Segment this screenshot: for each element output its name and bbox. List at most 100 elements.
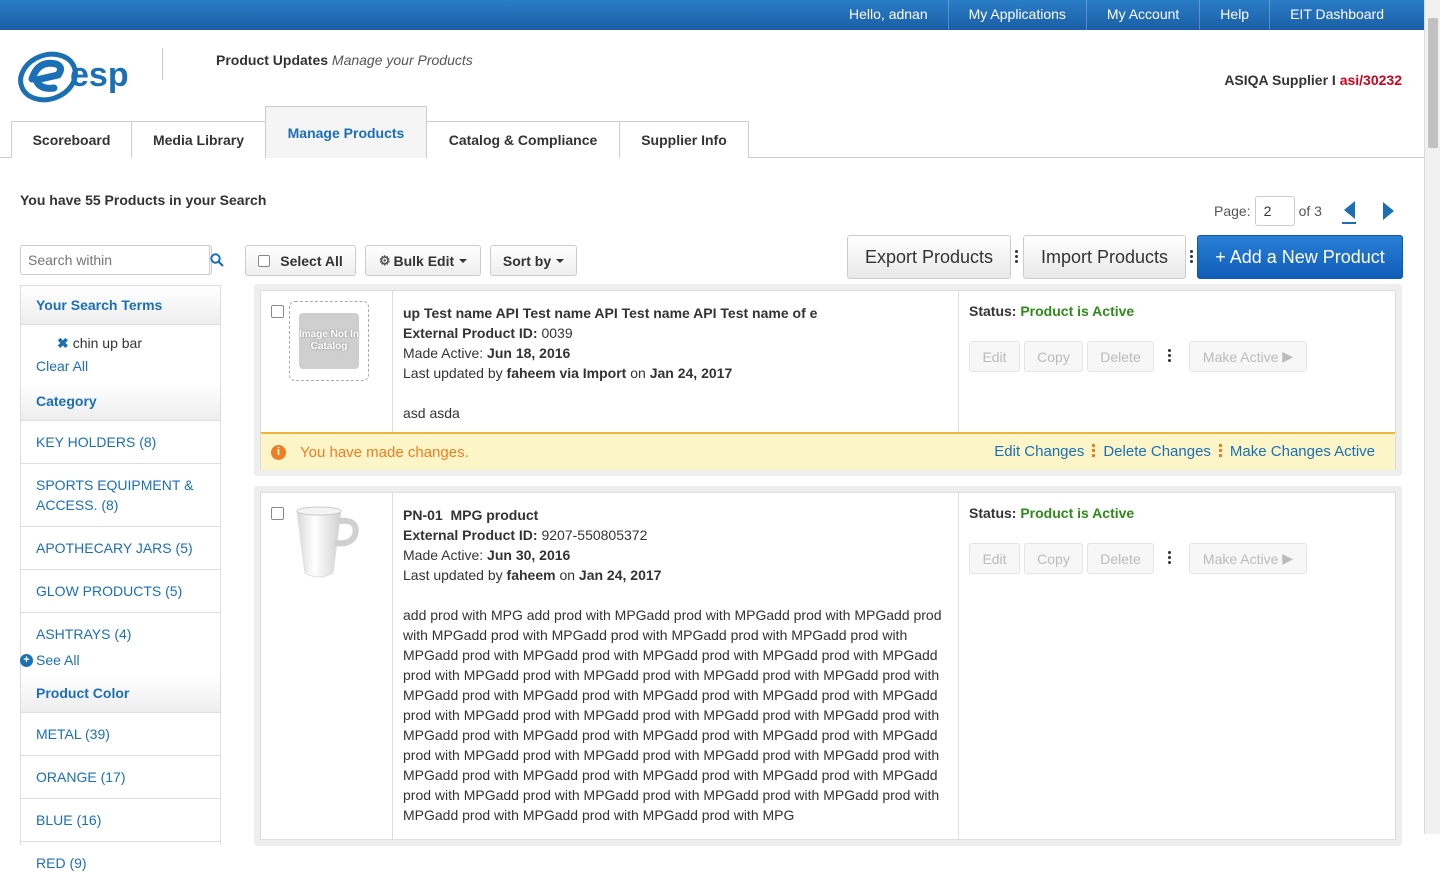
copy-button[interactable]: Copy	[1024, 543, 1083, 574]
delete-button[interactable]: Delete	[1087, 341, 1154, 372]
product-image-cell	[261, 493, 393, 839]
product-thumbnail[interactable]	[289, 505, 369, 585]
logo-divider	[162, 48, 163, 80]
sort-by-label: Sort by	[502, 252, 552, 269]
delete-changes-link[interactable]: Delete Changes	[1103, 443, 1211, 460]
edit-button[interactable]: Edit	[969, 341, 1020, 372]
delete-button[interactable]: Delete	[1087, 543, 1154, 574]
next-page-button[interactable]	[1382, 202, 1394, 220]
nav-my-applications[interactable]: My Applications	[947, 0, 1086, 30]
edit-changes-link[interactable]: Edit Changes	[994, 443, 1084, 460]
tab-supplier-info[interactable]: Supplier Info	[619, 121, 749, 158]
select-all-label: Select All	[280, 252, 343, 269]
make-changes-active-link[interactable]: Make Changes Active	[1230, 443, 1375, 460]
tab-manage-products[interactable]: Manage Products	[265, 106, 427, 158]
category-item[interactable]: APOTHECARY JARS (5)	[21, 526, 220, 569]
pager-of-text: of 3	[1298, 203, 1322, 219]
page-scrollbar[interactable]	[1424, 0, 1440, 834]
updated-on: Jan 24, 2017	[578, 567, 662, 583]
mug-image	[296, 506, 359, 578]
import-products-button[interactable]: Import Products	[1023, 235, 1186, 279]
search-button[interactable]	[209, 246, 224, 274]
external-id-value: 0039	[541, 325, 573, 341]
made-active-label: Made Active:	[403, 547, 484, 563]
prev-page-button[interactable]	[1322, 200, 1356, 224]
made-active-label: Made Active:	[403, 345, 484, 361]
make-active-button[interactable]: Make Active ▶	[1189, 341, 1307, 372]
page-input[interactable]	[1254, 196, 1295, 226]
color-item[interactable]: ORANGE (17)	[21, 755, 220, 798]
edit-button[interactable]: Edit	[969, 543, 1020, 574]
search-icon	[210, 253, 224, 267]
status-row: Status: Product is Active	[969, 505, 1385, 521]
made-active-row: Made Active: Jun 18, 2016	[403, 343, 948, 363]
category-item[interactable]: ASHTRAYS (4)	[21, 612, 220, 648]
color-item[interactable]: RED (9)	[21, 841, 220, 884]
external-id-label: External Product ID:	[403, 325, 538, 341]
nav-eit-dashboard[interactable]: EIT Dashboard	[1269, 0, 1404, 30]
more-actions-icon[interactable]	[1168, 349, 1171, 364]
nav-help[interactable]: Help	[1199, 0, 1269, 30]
product-card-body: Image Not In Catalog up Test name API Te…	[260, 290, 1396, 470]
product-title[interactable]: PN-01 MPG product	[403, 505, 948, 525]
status-label: Status:	[969, 505, 1017, 521]
product-card: PN-01 MPG product External Product ID: 9…	[254, 486, 1402, 846]
product-thumbnail[interactable]: Image Not In Catalog	[289, 301, 369, 381]
see-all-link[interactable]: + See All	[20, 648, 220, 674]
category-label: GLOW PRODUCTS	[36, 583, 162, 599]
app-name: Product Updates	[216, 52, 329, 68]
sort-by-button[interactable]: Sort by	[490, 245, 577, 276]
category-item[interactable]: GLOW PRODUCTS (5)	[21, 569, 220, 612]
product-checkbox[interactable]	[271, 507, 284, 520]
product-title[interactable]: up Test name API Test name API Test name…	[403, 303, 948, 323]
play-icon: ▶	[1282, 550, 1294, 566]
pager-label: Page:	[1214, 203, 1251, 219]
nav-my-account[interactable]: My Account	[1085, 0, 1199, 30]
category-label: ASHTRAYS	[36, 626, 111, 642]
select-all-checkbox[interactable]	[258, 254, 271, 267]
greeting-text: Hello, adnan	[849, 6, 928, 22]
tab-catalog-compliance[interactable]: Catalog & Compliance	[426, 121, 620, 158]
product-color-heading: Product Color	[21, 674, 220, 712]
category-count: (8)	[139, 434, 157, 450]
bulk-edit-button[interactable]: ⚙ Bulk Edit	[365, 245, 481, 276]
color-count: (17)	[100, 769, 126, 785]
export-products-button[interactable]: Export Products	[847, 235, 1011, 279]
tab-media-library[interactable]: Media Library	[131, 121, 266, 158]
make-active-label: Make Active	[1202, 348, 1279, 365]
category-label: KEY HOLDERS	[36, 434, 136, 450]
category-item[interactable]: SPORTS EQUIPMENT & ACCESS. (8)	[21, 463, 220, 526]
color-label: RED	[36, 855, 66, 871]
updated-on-word: on	[630, 365, 646, 381]
copy-button[interactable]: Copy	[1024, 341, 1083, 372]
product-checkbox[interactable]	[271, 305, 284, 318]
remove-term-icon[interactable]: ✖	[57, 335, 69, 351]
external-id-row: External Product ID: 9207-550805372	[403, 525, 948, 545]
select-all-button[interactable]: Select All	[245, 245, 356, 276]
color-item[interactable]: METAL (39)	[21, 712, 220, 755]
category-item[interactable]: KEY HOLDERS (8)	[21, 420, 220, 463]
gear-icon: ⚙	[378, 252, 391, 268]
color-item[interactable]: BLUE (16)	[21, 798, 220, 841]
export-more-icon[interactable]	[1015, 250, 1018, 265]
status-row: Status: Product is Active	[969, 303, 1385, 319]
search-term-text: chin up bar	[72, 335, 143, 351]
chevron-left-icon	[1343, 200, 1355, 219]
clear-all-link[interactable]: Clear All	[21, 352, 220, 382]
main-tabs: Scoreboard Media Library Manage Products…	[0, 106, 1424, 158]
make-active-button[interactable]: Make Active ▶	[1189, 543, 1307, 574]
updated-on: Jan 24, 2017	[649, 365, 733, 381]
esp-logo[interactable]: esp	[18, 48, 144, 104]
color-count: (39)	[85, 726, 110, 742]
search-term-chip: ✖ chin up bar	[21, 324, 220, 352]
tab-scoreboard[interactable]: Scoreboard	[11, 121, 132, 158]
add-new-product-button[interactable]: + Add a New Product	[1197, 235, 1403, 279]
search-input[interactable]	[21, 246, 209, 274]
pager: Page: of 3	[1214, 196, 1394, 226]
product-description: add prod with MPG add prod with MPGadd p…	[403, 607, 942, 823]
color-label: BLUE	[36, 812, 73, 828]
import-more-icon[interactable]	[1190, 250, 1193, 265]
more-actions-icon[interactable]	[1168, 551, 1171, 566]
color-count: (9)	[69, 855, 87, 871]
scrollbar-thumb[interactable]	[1428, 18, 1438, 148]
